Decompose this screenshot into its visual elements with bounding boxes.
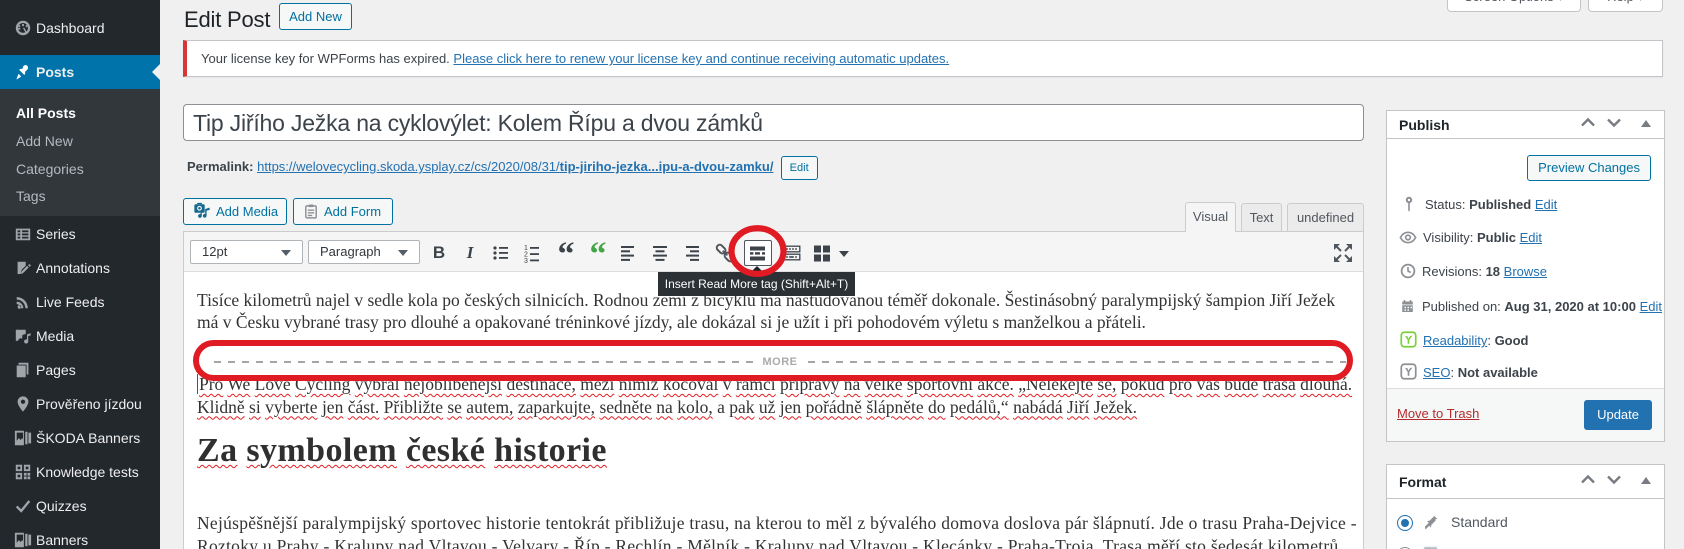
svg-text:3: 3	[524, 258, 528, 265]
svg-text:“: “	[590, 241, 607, 265]
svg-text:I: I	[466, 243, 475, 262]
svg-text:“: “	[558, 241, 575, 265]
svg-text:B: B	[433, 243, 445, 262]
